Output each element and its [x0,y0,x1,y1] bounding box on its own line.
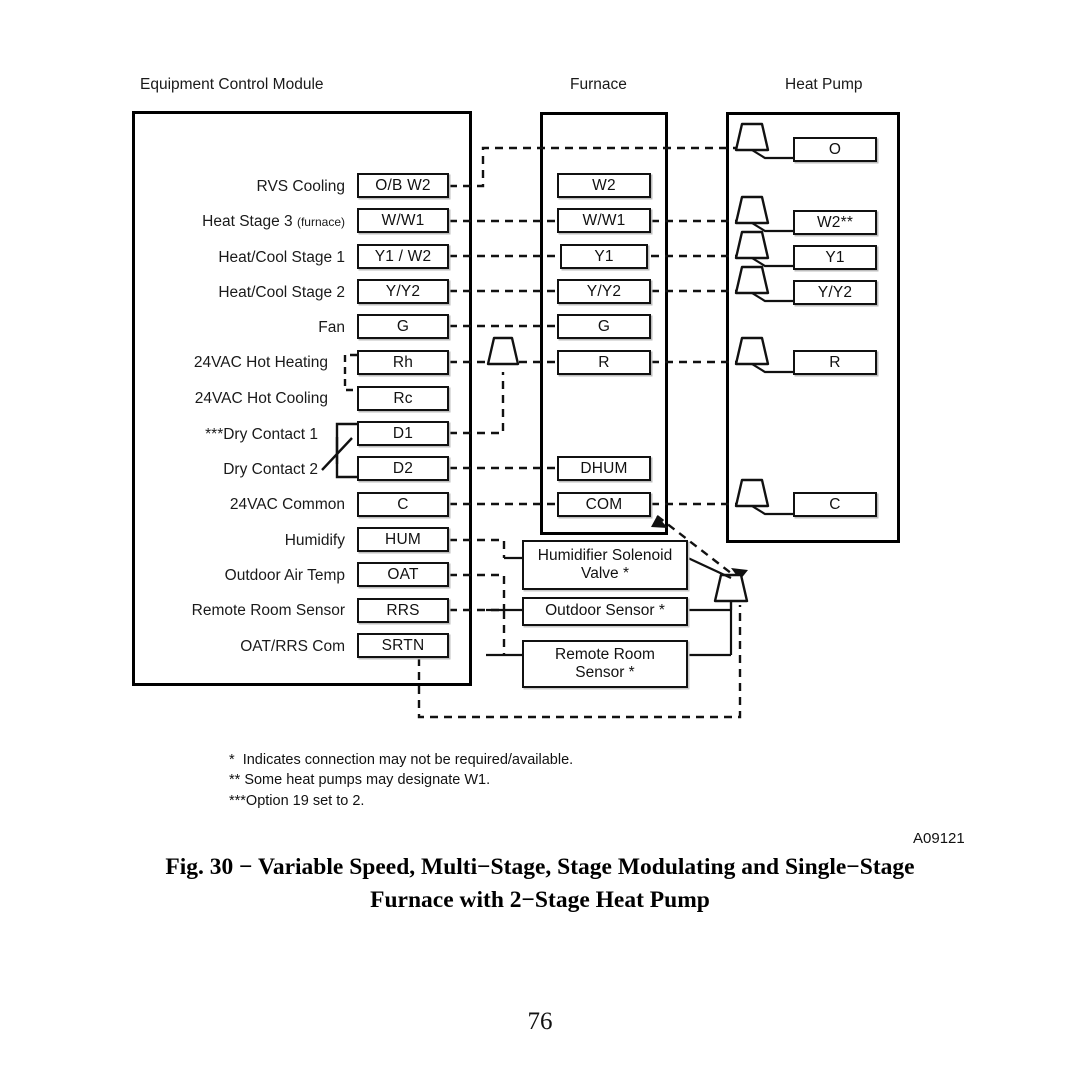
ecm-label-remote-room-sensor: Remote Room Sensor [191,602,345,619]
ecm-label-heat-stage-3: Heat Stage 3 (furnace) [150,213,345,231]
heatpump-terminal-c[interactable]: C [793,492,877,517]
diagram-page: Equipment Control Module Furnace Heat Pu… [0,0,1080,1080]
accessory-remote-room-line1: Remote Room [555,645,655,663]
dry-contact-switch-symbol [321,422,357,479]
wire-oat-to-outdoor-sensor [449,573,506,610]
heatpump-terminal-w2[interactable]: W2** [793,210,877,235]
jumper-rh-rc [343,353,357,392]
accessory-outdoor-sensor[interactable]: Outdoor Sensor * [522,597,688,626]
wire-hum-to-humidifier [449,538,506,558]
footnote-asterisk: * Indicates connection may not be requir… [229,752,574,768]
ecm-label-heat-stage-3-main: Heat Stage 3 [202,213,293,230]
heatpump-terminal-yy2[interactable]: Y/Y2 [793,280,877,305]
figure-caption-line1: Fig. 30 − Variable Speed, Multi−Stage, S… [165,854,915,880]
furnace-terminal-ww1[interactable]: W/W1 [557,208,651,233]
figure-caption-line2: Furnace with 2−Stage Heat Pump [370,887,710,913]
ecm-terminal-c[interactable]: C [357,492,449,517]
ecm-label-heat-cool-stage-1: Heat/Cool Stage 1 [218,249,345,266]
ecm-label-24vac-hot-heating: 24VAC Hot Heating [193,354,328,371]
ecm-terminal-y1-w2[interactable]: Y1 / W2 [357,244,449,269]
ecm-label-fan: Fan [318,319,345,336]
furnace-terminal-dhum[interactable]: DHUM [557,456,651,481]
ecm-label-heat-cool-stage-2: Heat/Cool Stage 2 [218,284,345,301]
ecm-terminal-rh[interactable]: Rh [357,350,449,375]
ecm-label-oat-rrs-com: OAT/RRS Com [240,638,345,655]
figure-code: A09121 [913,830,965,847]
ecm-terminal-oat[interactable]: OAT [357,562,449,587]
ecm-terminal-hum[interactable]: HUM [357,527,449,552]
ecm-terminal-ww1[interactable]: W/W1 [357,208,449,233]
furnace-terminal-r[interactable]: R [557,350,651,375]
heatpump-terminal-y1[interactable]: Y1 [793,245,877,270]
ecm-terminal-rrs[interactable]: RRS [357,598,449,623]
ecm-label-dry-contact-2: Dry Contact 2 [223,461,318,478]
accessory-humidifier-line2: Valve * [581,565,629,582]
wire-d1-to-wirenut [449,372,505,435]
ecm-terminal-srtn[interactable]: SRTN [357,633,449,658]
accessory-humidifier-solenoid-valve[interactable]: Humidifier Solenoid Valve * [522,540,688,590]
ecm-terminal-d2[interactable]: D2 [357,456,449,481]
heatpump-terminal-o[interactable]: O [793,137,877,162]
footnote-triple-asterisk: ***Option 19 set to 2. [229,793,365,809]
ecm-label-rvs-cooling: RVS Cooling [256,178,345,195]
accessory-humidifier-text: Humidifier Solenoid Valve * [538,547,672,584]
ecm-label-dry-contact-1: ***Dry Contact 1 [205,426,318,443]
heatpump-terminal-r[interactable]: R [793,350,877,375]
accessory-humidifier-line1: Humidifier Solenoid [537,546,673,564]
accessory-remote-room-sensor[interactable]: Remote Room Sensor * [522,640,688,688]
ecm-terminal-yy2[interactable]: Y/Y2 [357,279,449,304]
accessory-remote-room-text: Remote Room Sensor * [555,646,655,683]
wire-rrs-to-remote-room-sensor [449,608,506,655]
ecm-terminal-ob-w2[interactable]: O/B W2 [357,173,449,198]
ecm-label-heat-stage-3-sub: (furnace) [296,215,345,229]
ecm-terminal-rc[interactable]: Rc [357,386,449,411]
furnace-terminal-com[interactable]: COM [557,492,651,517]
furnace-terminal-y1[interactable]: Y1 [560,244,648,269]
furnace-terminal-w2[interactable]: W2 [557,173,651,198]
furnace-terminal-yy2[interactable]: Y/Y2 [557,279,651,304]
ecm-label-outdoor-air-temp: Outdoor Air Temp [224,567,345,584]
footnote-double-asterisk: ** Some heat pumps may designate W1. [229,772,491,788]
ecm-terminal-d1[interactable]: D1 [357,421,449,446]
ecm-label-humidify: Humidify [284,532,345,549]
ecm-label-24vac-common: 24VAC Common [229,496,345,513]
accessory-remote-room-line2: Sensor * [575,664,635,681]
page-number: 76 [527,1008,553,1035]
ecm-terminal-g[interactable]: G [357,314,449,339]
ecm-label-24vac-hot-cooling: 24VAC Hot Cooling [194,390,328,407]
furnace-terminal-g[interactable]: G [557,314,651,339]
